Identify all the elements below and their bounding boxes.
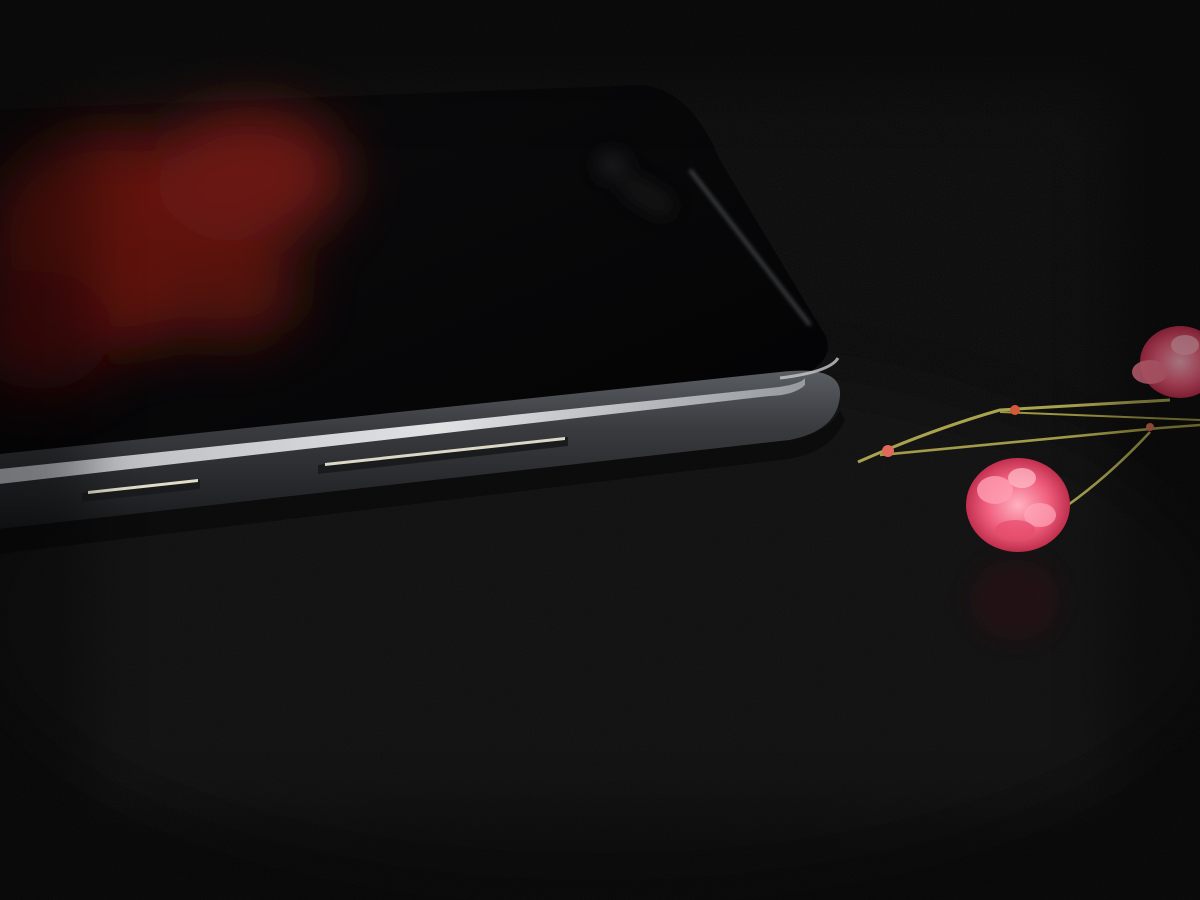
flower-reflection xyxy=(970,560,1060,640)
bud-left xyxy=(882,445,894,457)
pink-flower-lower xyxy=(966,458,1070,552)
photo-scene xyxy=(0,0,1200,900)
bud xyxy=(1010,405,1020,415)
photo-illustration xyxy=(0,0,1200,900)
